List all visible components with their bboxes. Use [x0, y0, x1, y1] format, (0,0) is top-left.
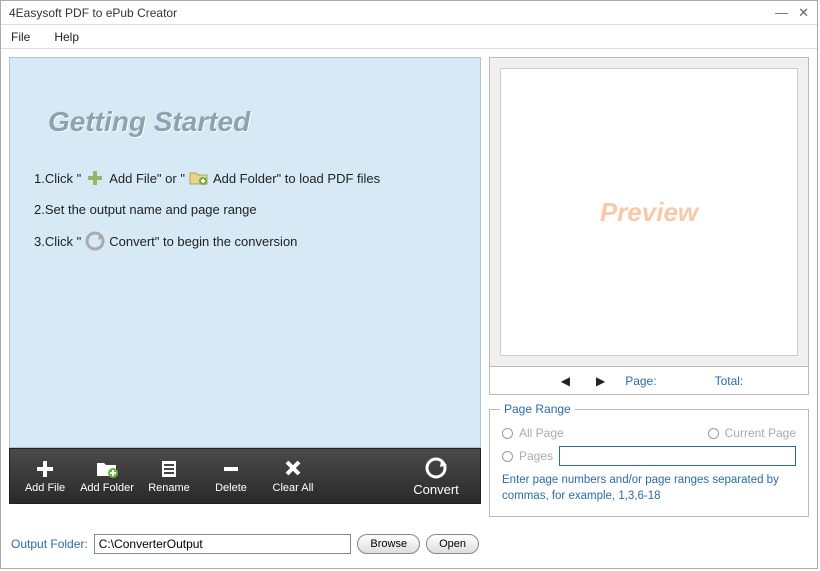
menu-help[interactable]: Help [54, 30, 79, 44]
output-folder-row: Output Folder: Browse Open [9, 534, 481, 560]
getting-started-panel: Getting Started 1.Click " Add File" or "… [9, 57, 481, 448]
titlebar: 4Easysoft PDF to ePub Creator — ✕ [1, 1, 817, 25]
output-folder-label: Output Folder: [11, 537, 88, 551]
total-label: Total: [715, 374, 744, 388]
page-range-group: Page Range All Page Current Page Pages E… [489, 409, 809, 517]
radio-pages[interactable] [502, 451, 513, 462]
all-page-label: All Page [519, 426, 564, 440]
menu-file[interactable]: File [11, 30, 30, 44]
getting-started-title: Getting Started [48, 106, 462, 138]
convert-icon [85, 231, 105, 251]
preview-panel: Preview [489, 57, 809, 367]
pager: ◀ ▶ Page: Total: [489, 367, 809, 395]
close-button[interactable]: ✕ [798, 5, 809, 21]
prev-page-button[interactable]: ◀ [555, 374, 576, 388]
step-2: 2.Set the output name and page range [34, 202, 462, 217]
delete-button[interactable]: Delete [200, 458, 262, 494]
radio-current-page[interactable] [708, 428, 719, 439]
step-3: 3.Click " Convert" to begin the conversi… [34, 231, 462, 251]
rename-button[interactable]: Rename [138, 458, 200, 494]
page-range-hint: Enter page numbers and/or page ranges se… [502, 472, 796, 504]
step-1: 1.Click " Add File" or " Add Folder" to … [34, 168, 462, 188]
preview-watermark: Preview [600, 197, 698, 228]
plus-icon [85, 168, 105, 188]
radio-all-page[interactable] [502, 428, 513, 439]
output-folder-input[interactable] [94, 534, 352, 554]
page-range-legend: Page Range [500, 402, 575, 416]
browse-button[interactable]: Browse [357, 534, 420, 554]
pages-label: Pages [519, 449, 553, 463]
menubar: File Help [1, 25, 817, 49]
clear-all-button[interactable]: Clear All [262, 458, 324, 494]
pages-input[interactable] [559, 446, 796, 466]
current-page-label: Current Page [725, 426, 796, 440]
add-file-button[interactable]: Add File [14, 458, 76, 494]
folder-plus-icon [189, 168, 209, 188]
minimize-button[interactable]: — [775, 5, 788, 21]
add-folder-button[interactable]: Add Folder [76, 458, 138, 494]
next-page-button[interactable]: ▶ [590, 374, 611, 388]
open-button[interactable]: Open [426, 534, 479, 554]
convert-button[interactable]: Convert [396, 456, 476, 497]
preview-page: Preview [500, 68, 798, 356]
page-label: Page: [625, 374, 656, 388]
toolbar: Add File Add Folder Rename Delete Clear … [9, 448, 481, 504]
window-title: 4Easysoft PDF to ePub Creator [9, 6, 775, 20]
